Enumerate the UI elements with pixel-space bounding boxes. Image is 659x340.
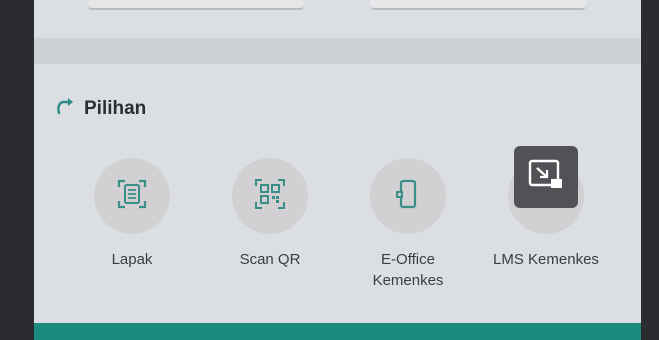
menu-icon-circle bbox=[94, 158, 170, 234]
qr-code-icon bbox=[254, 178, 286, 215]
menu-item-scan-qr[interactable]: Scan QR bbox=[200, 158, 340, 270]
menu-item-lapak[interactable]: Lapak bbox=[62, 158, 202, 270]
menu-label: Scan QR bbox=[239, 251, 301, 268]
picture-in-picture-icon bbox=[527, 158, 565, 197]
top-card-left[interactable] bbox=[88, 0, 304, 10]
section-divider bbox=[34, 38, 641, 64]
menu-item-e-office-kemenkes[interactable]: E-Office Kemenkes bbox=[338, 158, 478, 291]
menu-label: E-Office Kemenkes bbox=[372, 251, 444, 289]
section-title: Pilihan bbox=[84, 98, 147, 119]
menu-label: Lapak bbox=[111, 251, 153, 268]
menu-icon-circle bbox=[232, 158, 308, 234]
document-scan-icon bbox=[116, 178, 148, 215]
top-card-right[interactable] bbox=[370, 0, 586, 10]
share-arrow-icon bbox=[54, 96, 76, 123]
menu-icon-circle bbox=[370, 158, 446, 234]
mobile-device-icon bbox=[392, 178, 424, 215]
picture-in-picture-button[interactable] bbox=[514, 146, 578, 208]
menu-label: LMS Kemenkes bbox=[493, 251, 599, 268]
app-frame: Pilihan Lapak Scan QR E-Office Kemenkes … bbox=[0, 0, 659, 340]
left-edge bbox=[0, 0, 34, 340]
section-header: Pilihan bbox=[54, 96, 146, 122]
right-edge bbox=[641, 0, 659, 340]
bottom-accent-bar bbox=[34, 323, 641, 340]
